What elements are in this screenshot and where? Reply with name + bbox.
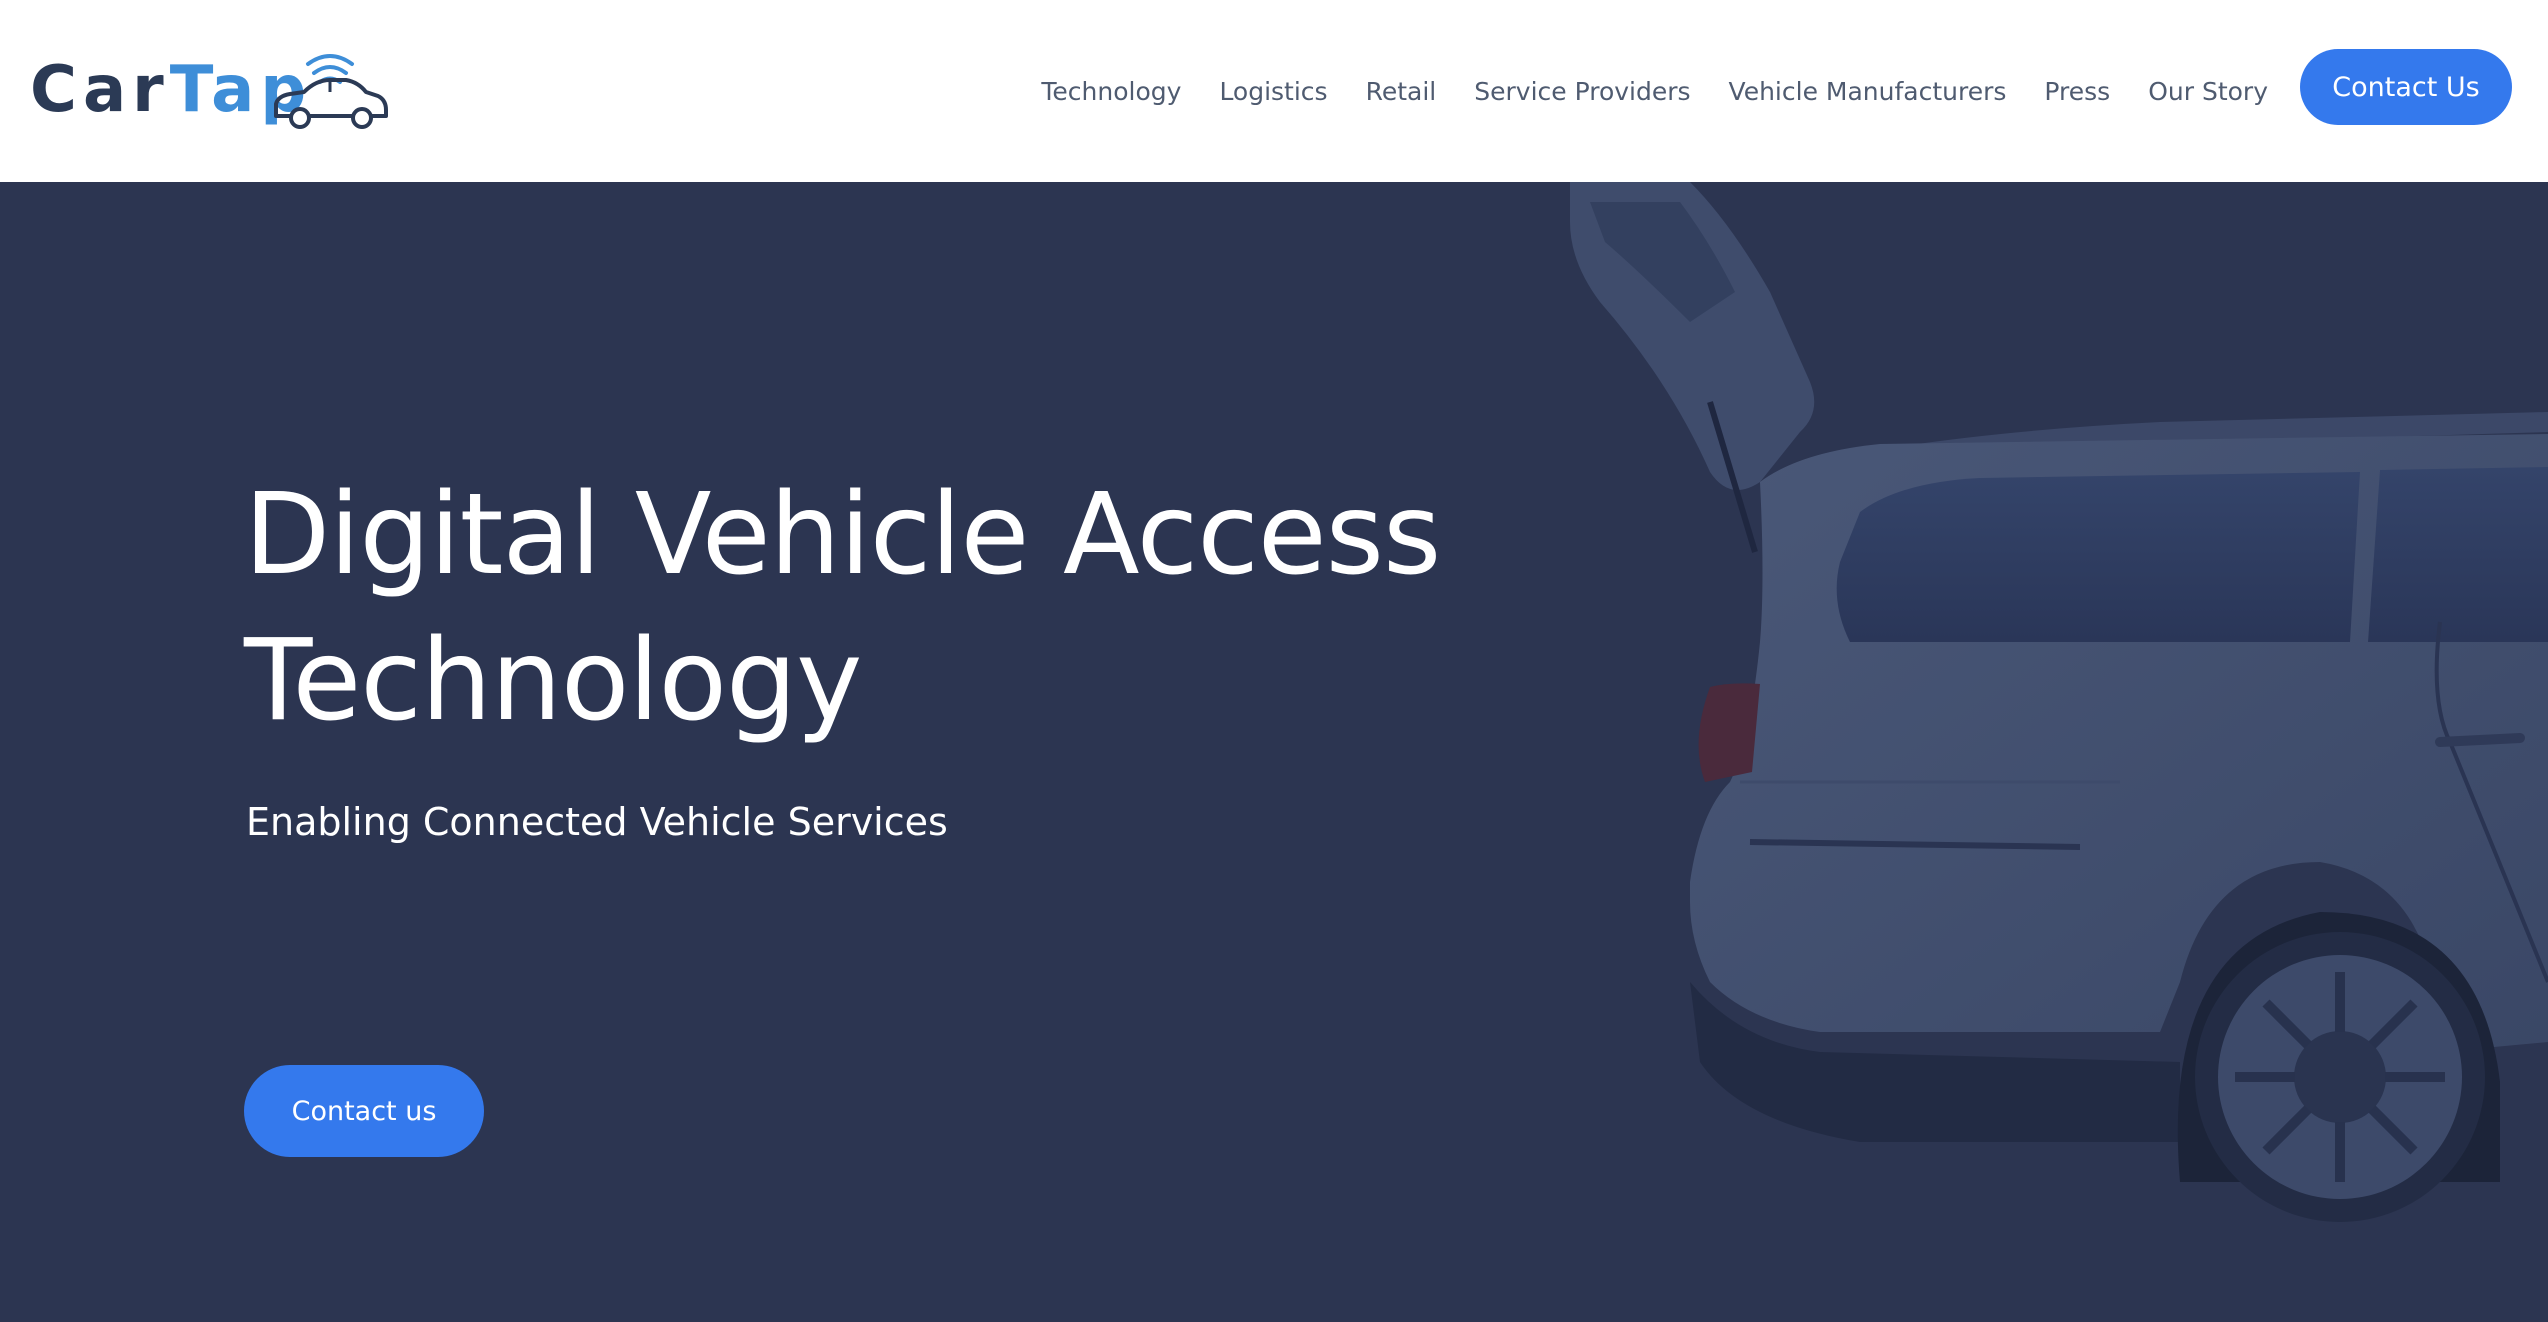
car-open-trunk-image — [1570, 182, 2548, 1222]
contact-us-button[interactable]: Contact Us — [2300, 49, 2512, 125]
hero-title: Digital Vehicle Access Technology — [244, 470, 1441, 746]
nav-item-our-story[interactable]: Our Story — [2148, 77, 2268, 106]
hero-contact-us-button[interactable]: Contact us — [244, 1065, 484, 1157]
nav-item-press[interactable]: Press — [2044, 77, 2110, 106]
nav-item-vehicle-manufacturers[interactable]: Vehicle Manufacturers — [1729, 77, 2007, 106]
nav-item-service-providers[interactable]: Service Providers — [1474, 77, 1690, 106]
nav-item-technology[interactable]: Technology — [1041, 77, 1181, 106]
nav-item-retail[interactable]: Retail — [1366, 77, 1437, 106]
connected-car-icon — [274, 54, 388, 129]
nav-item-logistics[interactable]: Logistics — [1219, 77, 1327, 106]
cartap-logo[interactable]: CarTap — [30, 40, 390, 140]
hero-section: Digital Vehicle Access Technology Enabli… — [0, 182, 2548, 1322]
main-nav: Technology Logistics Retail Service Prov… — [1041, 0, 2548, 182]
site-header: CarTap Technology Logistics Retail Servi… — [0, 0, 2548, 182]
hero-subtitle: Enabling Connected Vehicle Services — [246, 800, 948, 844]
logo-text-car: Car — [30, 53, 170, 127]
